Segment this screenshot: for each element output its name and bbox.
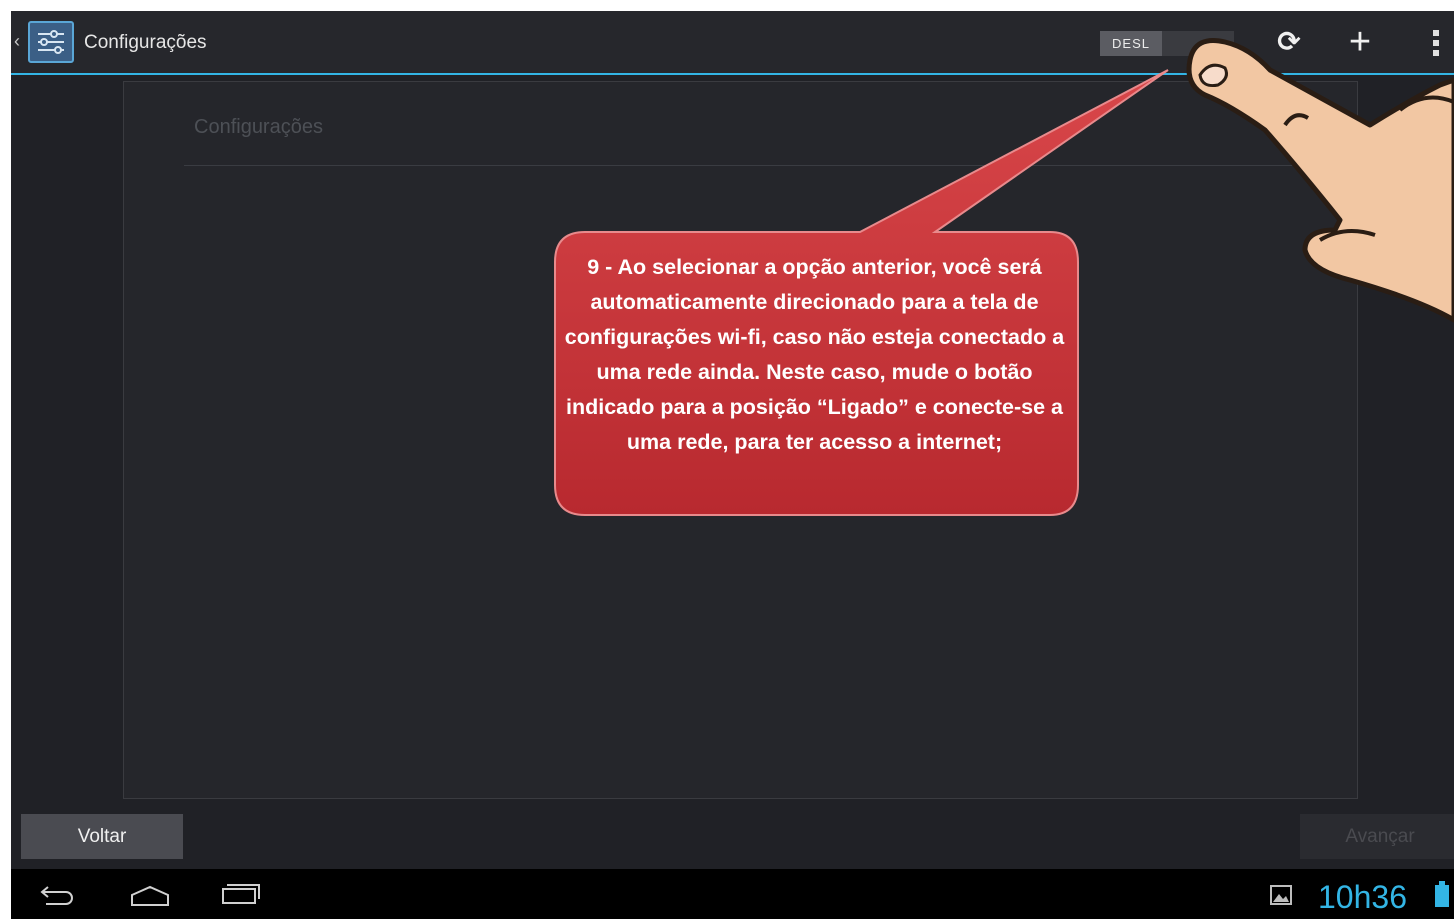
status-clock: 10h36 xyxy=(1318,879,1407,915)
panel-heading: Configurações xyxy=(194,116,323,138)
nav-home-icon[interactable] xyxy=(128,881,172,909)
nav-recent-icon[interactable] xyxy=(221,879,261,909)
system-nav-bar: 10h36 xyxy=(11,869,1454,919)
refresh-icon[interactable]: ⟳ xyxy=(1269,25,1309,59)
back-button[interactable]: Voltar xyxy=(21,814,183,859)
battery-icon xyxy=(1435,881,1449,907)
device-screen: ‹ Configurações DESL ⟳ + Configurações V… xyxy=(11,11,1454,919)
gallery-icon xyxy=(1270,885,1292,905)
action-bar-title: Configurações xyxy=(84,32,207,53)
nav-back-icon[interactable] xyxy=(38,881,78,909)
add-icon[interactable]: + xyxy=(1340,23,1380,61)
wifi-toggle-label: DESL xyxy=(1100,31,1162,56)
up-chevron-icon[interactable]: ‹ xyxy=(14,31,20,52)
callout-text: 9 - Ao selecionar a opção anterior, você… xyxy=(564,255,1065,454)
next-button[interactable]: Avançar xyxy=(1300,814,1454,859)
action-bar: ‹ Configurações DESL ⟳ + xyxy=(11,11,1454,75)
settings-sliders-icon[interactable] xyxy=(28,21,74,63)
wifi-toggle-switch[interactable]: DESL xyxy=(1100,31,1234,56)
overflow-menu-icon[interactable] xyxy=(1426,27,1446,59)
panel-divider xyxy=(184,165,1344,166)
